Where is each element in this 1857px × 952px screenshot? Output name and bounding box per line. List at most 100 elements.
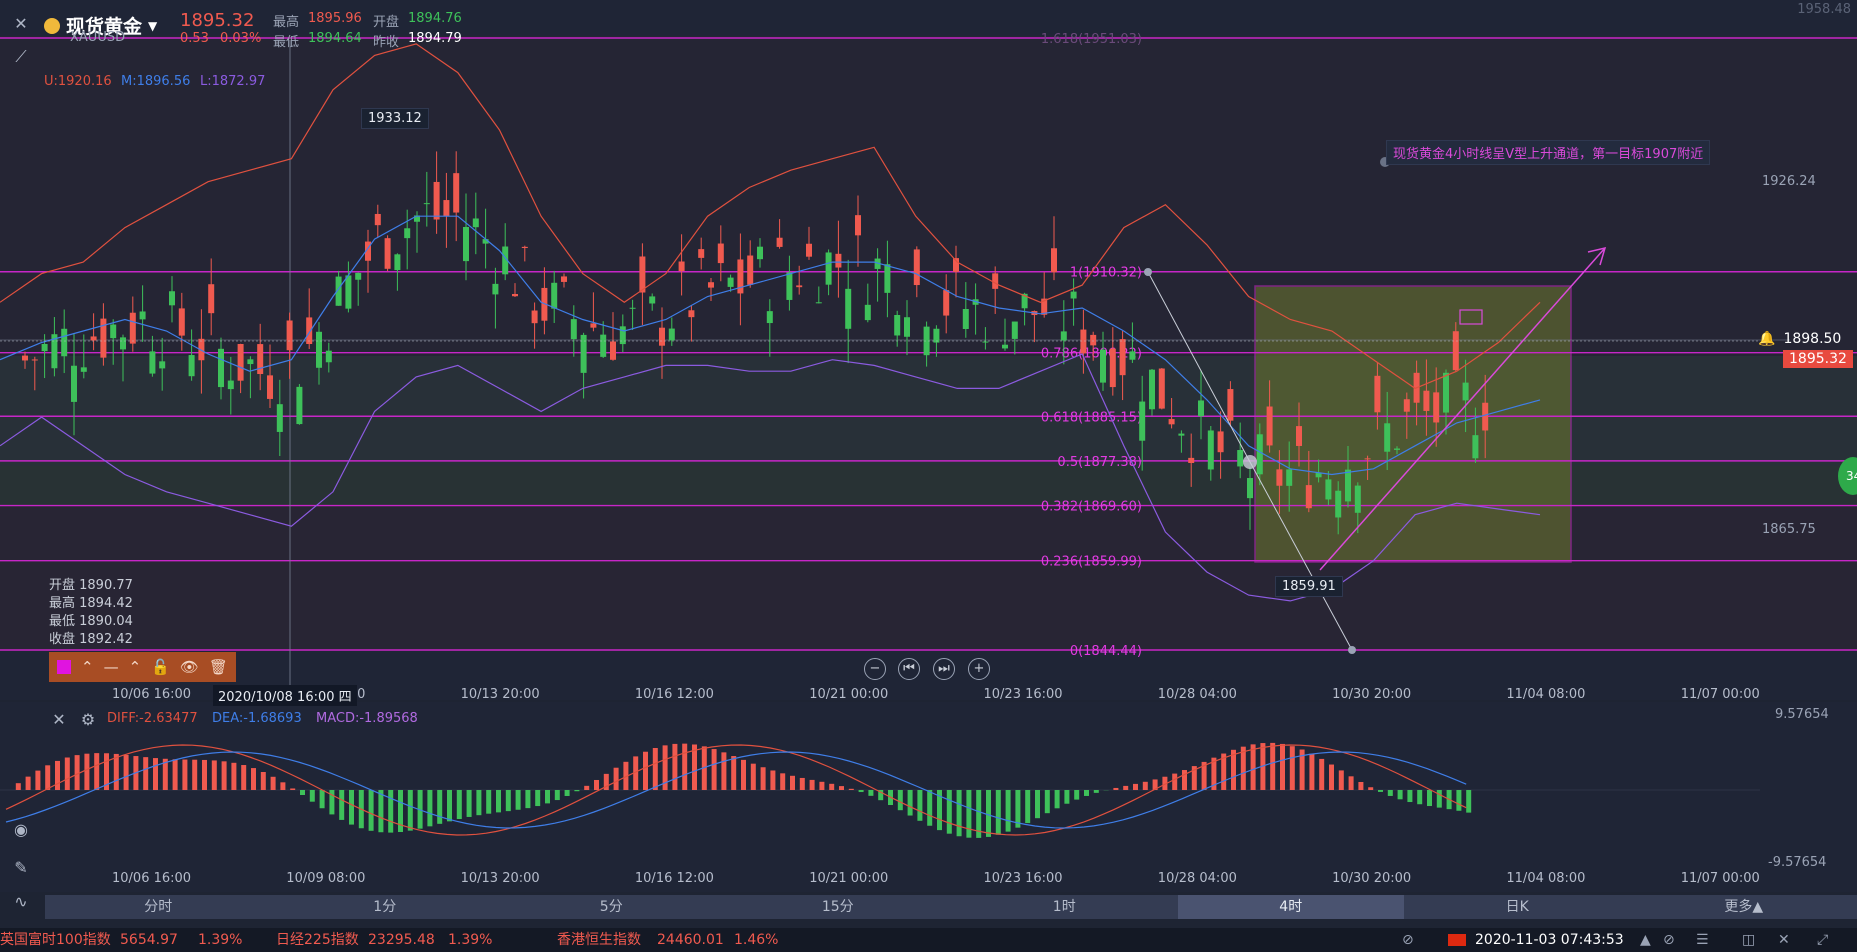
candle-body [629,307,636,309]
fullscreen-icon[interactable]: ⤢ [1817,928,1828,952]
close-icon[interactable]: ✕ [10,12,32,34]
trash-icon[interactable]: 🗑 [209,658,228,676]
eye-icon[interactable]: 👁 [180,658,199,676]
macd-bar [809,779,815,790]
scroll-start-button[interactable]: ⏮ [898,658,920,680]
status-bar: 英国富时100指数 5654.97 1.39% 日经225指数 23295.48… [0,928,1857,952]
menu-icon[interactable]: ☰ [1696,928,1709,952]
macd-bar [1280,743,1285,790]
zoom-out-button[interactable]: − [864,658,886,680]
trend-icon[interactable]: ∿ [10,890,32,912]
candle-body [698,249,705,258]
x-label-macd-7: 10/30 20:00 [1332,871,1412,886]
ohlc-high: 最高 1894.42 [49,596,133,611]
candle-body [443,200,450,217]
macd-settings-icon[interactable]: ⚙ [77,708,99,730]
candle-body [668,328,675,341]
macd-bar [251,768,256,790]
macd-bar [721,752,727,790]
annotation-text[interactable]: 现货黄金4小时线呈V型上升通道，第一目标1907附近 [1386,140,1711,165]
macd-bar [505,790,511,812]
candle-body [678,261,685,272]
time-axis-macd: 10/06 16:00 10/09 08:00 10/13 20:00 10/16 1… [0,871,1857,887]
candle-body [717,243,724,264]
candle-body [188,355,195,377]
chevron-up-status-icon[interactable]: ▲ [1640,928,1651,952]
macd-chart[interactable] [0,702,1857,892]
candle-body [1070,291,1077,299]
pen-icon[interactable]: ✎ [10,856,32,878]
macd-close-icon[interactable]: ✕ [48,708,70,730]
macd-bar [35,770,41,790]
candle-body [1266,406,1273,446]
macd-bar [711,749,717,790]
unlock-icon[interactable]: 🔓 [151,658,170,676]
chevron-up-icon[interactable]: ⌃ [81,658,94,676]
timeframe-tab-7[interactable]: 更多▲ [1631,895,1857,919]
ticker-2-value: 23295.48 [368,932,435,948]
macd-bar [515,790,521,810]
macd-bar [907,790,913,816]
candle-body [688,310,695,318]
timeframe-tab-3[interactable]: 15分 [725,895,952,919]
status-datetime: 2020-11-03 07:43:53 [1475,932,1624,948]
candle-body [80,367,87,372]
scroll-end-button[interactable]: ⏭ [933,658,955,680]
candle-body [1060,331,1067,341]
macd-bar [848,788,854,790]
signal-icon: ⊘ [1663,932,1675,948]
candle-body [815,302,822,304]
candle-body [316,331,322,368]
ticker-1-pct: 1.39% [198,932,243,948]
candlestick-chart[interactable]: 1.618(1951.03) 1(1910.32) 0.786(1896.22) 0.… [0,0,1857,700]
x-label-main-0: 10/06 16:00 [112,687,192,702]
timeframe-tab-2[interactable]: 5分 [498,895,725,919]
x-label-main-6: 10/28 04:00 [1157,687,1237,702]
timeframe-tab-1[interactable]: 1分 [272,895,499,919]
candle-body [1129,351,1136,360]
timeframe-tab-5[interactable]: 4时 [1177,895,1404,919]
macd-bar [84,753,90,790]
candle-body [1168,419,1175,425]
line-style-icon[interactable]: — [104,658,119,676]
chevron-up-icon-2[interactable]: ⌃ [129,658,142,676]
timeframe-tab-6[interactable]: 日K [1404,895,1631,919]
candle-body [825,252,832,285]
macd-bar [741,759,746,790]
timeframe-tab-4[interactable]: 1时 [951,895,1178,919]
indicator-icon[interactable]: ◉ [10,818,32,840]
alert-price: 1898.50 [1783,331,1842,347]
ticker-1-name[interactable]: 英国富时100指数 [0,928,111,952]
draw-line-icon[interactable]: ⟋ [10,46,32,68]
macd-bar [1466,790,1472,813]
candle-body [913,249,920,286]
timeframe-tab-0[interactable]: 分时 [45,895,272,919]
color-swatch-icon[interactable] [57,660,71,674]
fib-label-5: 0.382(1869.60) [1041,500,1142,515]
ticker-3-name[interactable]: 香港恒生指数 [557,928,641,952]
x-label-main-3: 10/16 12:00 [634,687,714,702]
candle-body [31,359,38,361]
bell-icon[interactable]: 🔔 [1758,331,1775,347]
drawing-toolbar[interactable]: ⌃ — ⌃ 🔓 👁 🗑 [49,652,236,682]
candle-body [394,254,401,271]
candle-body [962,309,969,329]
candle-body [600,334,607,357]
candle-body [1178,433,1185,436]
candle-body [227,380,234,390]
macd-bar [74,755,80,790]
candle-body [1002,344,1008,349]
alert-price-line[interactable]: 🔔 1898.50 [1758,331,1841,347]
chevron-down-icon[interactable]: ▼ [148,19,157,33]
macd-bar [1250,744,1256,790]
candle-body [1472,435,1479,459]
camera-icon[interactable]: ◫ [1742,928,1755,952]
macd-bar [113,753,119,790]
zoom-in-button[interactable]: + [968,658,990,680]
macd-bar [260,772,266,790]
timeframe-bar[interactable]: 分时 1分 5分 15分 1时 4时 日K 更多▲ [45,895,1857,919]
candle-body [590,323,597,328]
ticker-2-name[interactable]: 日经225指数 [276,928,359,952]
candle-body [169,291,175,306]
mute-icon[interactable]: ✕ [1778,928,1790,952]
